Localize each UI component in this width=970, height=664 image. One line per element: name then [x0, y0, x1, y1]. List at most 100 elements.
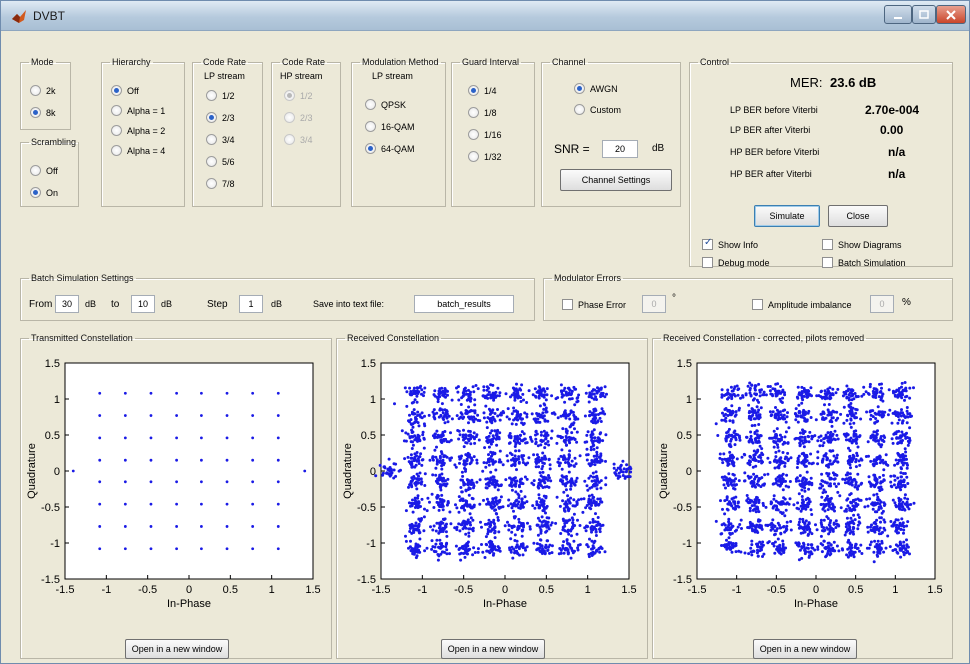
guard-1-4-radio[interactable]: 1/4 — [468, 85, 497, 96]
sample-point — [434, 529, 438, 533]
sample-point — [544, 410, 548, 414]
sample-point — [472, 431, 476, 435]
from-input[interactable]: 30 — [55, 295, 79, 313]
sample-point — [874, 439, 878, 443]
mode-8k-radio[interactable]: 8k — [30, 107, 56, 118]
channel-settings-button[interactable]: Channel Settings — [560, 169, 672, 191]
step-input[interactable]: 1 — [239, 295, 263, 313]
sample-point — [905, 409, 909, 413]
channel-custom-radio[interactable]: Custom — [574, 104, 621, 115]
channel-awgn-radio[interactable]: AWGN — [574, 83, 618, 94]
sample-point — [476, 550, 480, 554]
sample-point — [797, 479, 801, 483]
y-tick-label: 0.5 — [361, 430, 376, 442]
sample-point — [866, 504, 870, 508]
mode-2k-radio[interactable]: 2k — [30, 85, 56, 96]
batch-file-input[interactable]: batch_results — [414, 295, 514, 313]
scrambling-off-radio[interactable]: Off — [30, 165, 58, 176]
sample-point — [729, 437, 733, 441]
phase-error-checkbox[interactable]: Phase Error — [562, 299, 626, 310]
open-transmitted-window-button[interactable]: Open in a new window — [125, 639, 229, 659]
code-rate-hp-2-3-radio[interactable]: 2/3 — [284, 112, 313, 123]
to-input[interactable]: 10 — [131, 295, 155, 313]
sample-point — [473, 441, 477, 445]
close-window-button[interactable] — [936, 5, 966, 24]
sample-point — [906, 463, 909, 467]
open-corrected-window-button[interactable]: Open in a new window — [753, 639, 857, 659]
amplitude-imbalance-input[interactable]: 0 — [870, 295, 894, 313]
sample-point — [578, 524, 582, 527]
close-button[interactable]: Close — [828, 205, 888, 227]
show-diagrams-checkbox[interactable]: Show Diagrams — [822, 239, 902, 250]
sample-point — [776, 521, 780, 525]
hierarchy-alpha4-radio[interactable]: Alpha = 4 — [111, 145, 165, 156]
phase-error-input[interactable]: 0 — [642, 295, 666, 313]
sample-point — [598, 550, 602, 554]
sample-point — [588, 506, 592, 510]
sample-point — [905, 394, 909, 398]
x-axis-label: In-Phase — [483, 598, 527, 610]
minimize-button[interactable] — [884, 5, 912, 24]
debug-mode-checkbox[interactable]: Debug mode — [702, 257, 770, 268]
hierarchy-alpha1-radio[interactable]: Alpha = 1 — [111, 105, 165, 116]
sample-point — [432, 393, 436, 397]
radio-circle-icon — [111, 145, 122, 156]
sample-point — [759, 485, 763, 489]
sample-point — [768, 385, 772, 388]
sample-point — [889, 474, 893, 478]
sample-point — [619, 468, 623, 472]
code-rate-lp-1-2-radio[interactable]: 1/2 — [206, 90, 235, 101]
hierarchy-off-radio[interactable]: Off — [111, 85, 139, 96]
sample-point — [754, 458, 758, 462]
sample-point — [891, 389, 895, 393]
sample-point — [748, 391, 752, 395]
sample-point — [547, 443, 551, 447]
sample-point — [467, 531, 471, 535]
sample-point — [471, 518, 475, 522]
sample-point — [612, 466, 616, 470]
batch-simulation-checkbox[interactable]: Batch Simulation — [822, 257, 906, 268]
simulate-button[interactable]: Simulate — [754, 205, 820, 227]
sample-point — [757, 519, 761, 523]
sample-point — [590, 438, 594, 442]
sample-point — [816, 456, 820, 460]
title-bar[interactable]: DVBT — [1, 1, 969, 31]
amplitude-imbalance-checkbox[interactable]: Amplitude imbalance — [752, 299, 852, 310]
modulation-16qam-radio[interactable]: 16-QAM — [365, 121, 415, 132]
maximize-button[interactable] — [912, 5, 936, 24]
sample-point — [779, 510, 783, 514]
code-rate-lp-3-4-radio[interactable]: 3/4 — [206, 134, 235, 145]
sample-point — [532, 479, 536, 483]
code-rate-hp-3-4-radio[interactable]: 3/4 — [284, 134, 313, 145]
x-tick-label: 0.5 — [848, 584, 863, 596]
sample-point — [463, 466, 466, 470]
sample-point — [592, 541, 596, 545]
sample-point — [896, 527, 900, 530]
sample-point — [471, 497, 475, 501]
sample-point — [881, 458, 885, 462]
sample-point — [463, 437, 467, 441]
sample-point — [445, 413, 449, 416]
snr-input[interactable]: 20 — [602, 140, 638, 158]
code-rate-lp-5-6-radio[interactable]: 5/6 — [206, 156, 235, 167]
code-rate-lp-7-8-radio[interactable]: 7/8 — [206, 178, 235, 189]
scrambling-on-radio[interactable]: On — [30, 187, 58, 198]
guard-1-32-radio[interactable]: 1/32 — [468, 151, 502, 162]
guard-1-16-radio[interactable]: 1/16 — [468, 129, 502, 140]
sample-point — [821, 491, 825, 495]
show-info-checkbox[interactable]: Show Info — [702, 237, 758, 250]
sample-point — [563, 409, 567, 413]
guard-1-8-radio[interactable]: 1/8 — [468, 107, 497, 118]
code-rate-hp-1-2-radio[interactable]: 1/2 — [284, 90, 313, 101]
sample-point — [740, 527, 743, 530]
sample-point — [432, 549, 436, 553]
sample-point — [846, 389, 850, 393]
constellation-point — [276, 391, 280, 395]
hierarchy-alpha2-radio[interactable]: Alpha = 2 — [111, 125, 165, 136]
modulation-64qam-radio[interactable]: 64-QAM — [365, 143, 415, 154]
open-received-window-button[interactable]: Open in a new window — [441, 639, 545, 659]
modulation-qpsk-radio[interactable]: QPSK — [365, 99, 406, 110]
sample-point — [597, 387, 601, 391]
code-rate-lp-2-3-radio[interactable]: 2/3 — [206, 112, 235, 123]
sample-point — [594, 512, 597, 516]
